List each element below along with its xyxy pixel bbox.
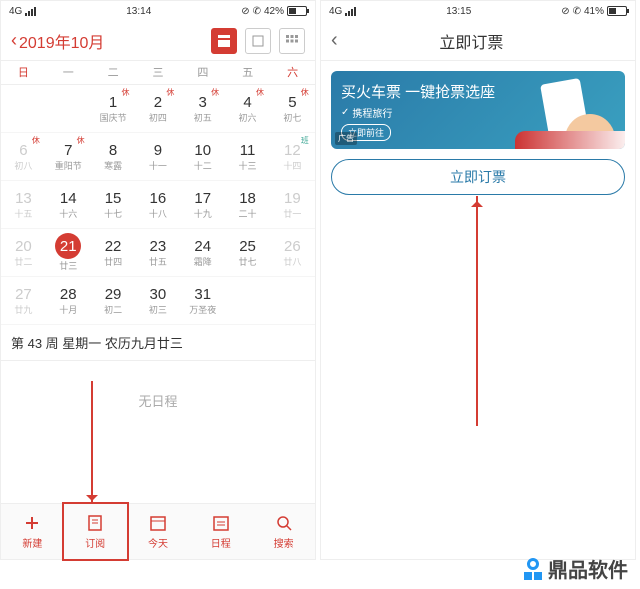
- calendar-cell[interactable]: 31万圣夜: [180, 277, 225, 325]
- calendar-cell[interactable]: 9十一: [135, 133, 180, 181]
- calendar-cell[interactable]: 21廿三: [46, 229, 91, 277]
- calendar-cell[interactable]: 18二十: [225, 181, 270, 229]
- calendar-cell[interactable]: 3初五休: [180, 85, 225, 133]
- weekday-cell: 日: [1, 61, 46, 84]
- calendar-cell[interactable]: 10十二: [180, 133, 225, 181]
- train-illustration: [515, 131, 625, 149]
- calendar-cell: [225, 277, 270, 325]
- page-title: 立即订票: [338, 29, 605, 53]
- calendar-header: ‹2019年10月: [1, 21, 315, 61]
- alarm-off-icon: ⊘: [241, 6, 249, 17]
- weekday-header: 日一二三四五六: [1, 61, 315, 85]
- calendar-cell[interactable]: 6初八休: [1, 133, 46, 181]
- weekday-cell: 四: [180, 61, 225, 84]
- bottom-bar: 新建 订阅 今天 日程 搜索: [1, 503, 315, 559]
- calendar-cell[interactable]: 26廿八: [270, 229, 315, 277]
- subscribe-button[interactable]: 订阅: [62, 502, 129, 561]
- battery-label: 42%: [264, 6, 284, 17]
- book-now-button[interactable]: 立即订票: [331, 159, 625, 195]
- weekday-cell: 二: [91, 61, 136, 84]
- weekday-cell: 六: [270, 61, 315, 84]
- view-list-button[interactable]: [211, 28, 237, 54]
- date-info: 第 43 周 星期一 农历九月廿三: [1, 325, 315, 361]
- agenda-button[interactable]: 日程: [189, 504, 252, 559]
- calendar-cell[interactable]: 1国庆节休: [91, 85, 136, 133]
- calendar-cell[interactable]: 30初三: [135, 277, 180, 325]
- calendar-grid: 1国庆节休2初四休3初五休4初六休5初七休 6初八休7重阳节休8寒露9十一10十二…: [1, 85, 315, 325]
- bottom-label: 搜索: [274, 535, 294, 550]
- battery-label: 41%: [584, 6, 604, 17]
- calendar-cell[interactable]: 24霜降: [180, 229, 225, 277]
- no-event-label: 无日程: [1, 361, 315, 440]
- calendar-cell[interactable]: 15十七: [91, 181, 136, 229]
- booking-screen: 4G 13:15 ⊘ ✆41% ‹ 立即订票 买火车票 一键抢票选座 ✓ 携程旅行…: [320, 0, 636, 560]
- calendar-cell[interactable]: 13十五: [1, 181, 46, 229]
- calendar-cell[interactable]: 17十九: [180, 181, 225, 229]
- alarm-off-icon: ⊘: [561, 6, 569, 17]
- calendar-cell[interactable]: 11十三: [225, 133, 270, 181]
- booking-header: ‹ 立即订票: [321, 21, 635, 61]
- calendar-cell[interactable]: 16十八: [135, 181, 180, 229]
- vibrate-icon: ✆: [253, 6, 261, 17]
- annotation-arrow: [91, 381, 93, 506]
- calendar-cell[interactable]: 29初二: [91, 277, 136, 325]
- calendar-cell[interactable]: 2初四休: [135, 85, 180, 133]
- calendar-cell[interactable]: 12十四班: [270, 133, 315, 181]
- view-day-button[interactable]: [245, 28, 271, 54]
- today-button[interactable]: 今天: [127, 504, 190, 559]
- calendar-cell: [46, 85, 91, 133]
- view-month-button[interactable]: [279, 28, 305, 54]
- calendar-cell[interactable]: 8寒露: [91, 133, 136, 181]
- weekday-cell: 三: [136, 61, 181, 84]
- network-label: 4G: [9, 6, 22, 17]
- status-bar: 4G 13:15 ⊘ ✆41%: [321, 1, 635, 21]
- bottom-label: 订阅: [85, 535, 105, 550]
- logo-icon: [524, 558, 542, 580]
- ad-badge: 广告: [335, 132, 357, 145]
- time-label: 13:14: [126, 6, 151, 17]
- watermark-logo: 鼎品软件: [524, 554, 628, 583]
- calendar-cell[interactable]: 27廿九: [1, 277, 46, 325]
- signal-icon: [25, 7, 36, 16]
- calendar-cell[interactable]: 23廿五: [135, 229, 180, 277]
- chevron-left-icon: ‹: [11, 30, 17, 51]
- annotation-arrow: [476, 196, 478, 426]
- back-button[interactable]: ‹: [331, 29, 338, 52]
- calendar-cell: [1, 85, 46, 133]
- bottom-label: 新建: [22, 535, 42, 550]
- status-bar: 4G 13:14 ⊘ ✆42%: [1, 1, 315, 21]
- time-label: 13:15: [446, 6, 471, 17]
- new-button[interactable]: 新建: [1, 504, 64, 559]
- calendar-cell[interactable]: 14十六: [46, 181, 91, 229]
- bottom-label: 日程: [211, 535, 231, 550]
- calendar-cell[interactable]: 7重阳节休: [46, 133, 91, 181]
- calendar-cell[interactable]: 19廿一: [270, 181, 315, 229]
- search-button[interactable]: 搜索: [252, 504, 315, 559]
- logo-text: 鼎品软件: [548, 554, 628, 583]
- month-picker[interactable]: ‹2019年10月: [11, 29, 104, 53]
- calendar-cell[interactable]: 4初六休: [225, 85, 270, 133]
- battery-icon: [607, 6, 627, 16]
- bottom-label: 今天: [148, 535, 168, 550]
- calendar-cell[interactable]: 28十月: [46, 277, 91, 325]
- calendar-cell[interactable]: 25廿七: [225, 229, 270, 277]
- network-label: 4G: [329, 6, 342, 17]
- battery-icon: [287, 6, 307, 16]
- calendar-cell[interactable]: 22廿四: [91, 229, 136, 277]
- calendar-cell[interactable]: 5初七休: [270, 85, 315, 133]
- weekday-cell: 五: [225, 61, 270, 84]
- promo-banner[interactable]: 买火车票 一键抢票选座 ✓ 携程旅行 立即前往 广告: [331, 71, 625, 149]
- calendar-screen: 4G 13:14 ⊘ ✆42% ‹2019年10月 日一二三四五六 1国庆节休2初…: [0, 0, 316, 560]
- weekday-cell: 一: [46, 61, 91, 84]
- calendar-cell[interactable]: 20廿二: [1, 229, 46, 277]
- calendar-cell: [270, 277, 315, 325]
- signal-icon: [345, 7, 356, 16]
- vibrate-icon: ✆: [573, 6, 581, 17]
